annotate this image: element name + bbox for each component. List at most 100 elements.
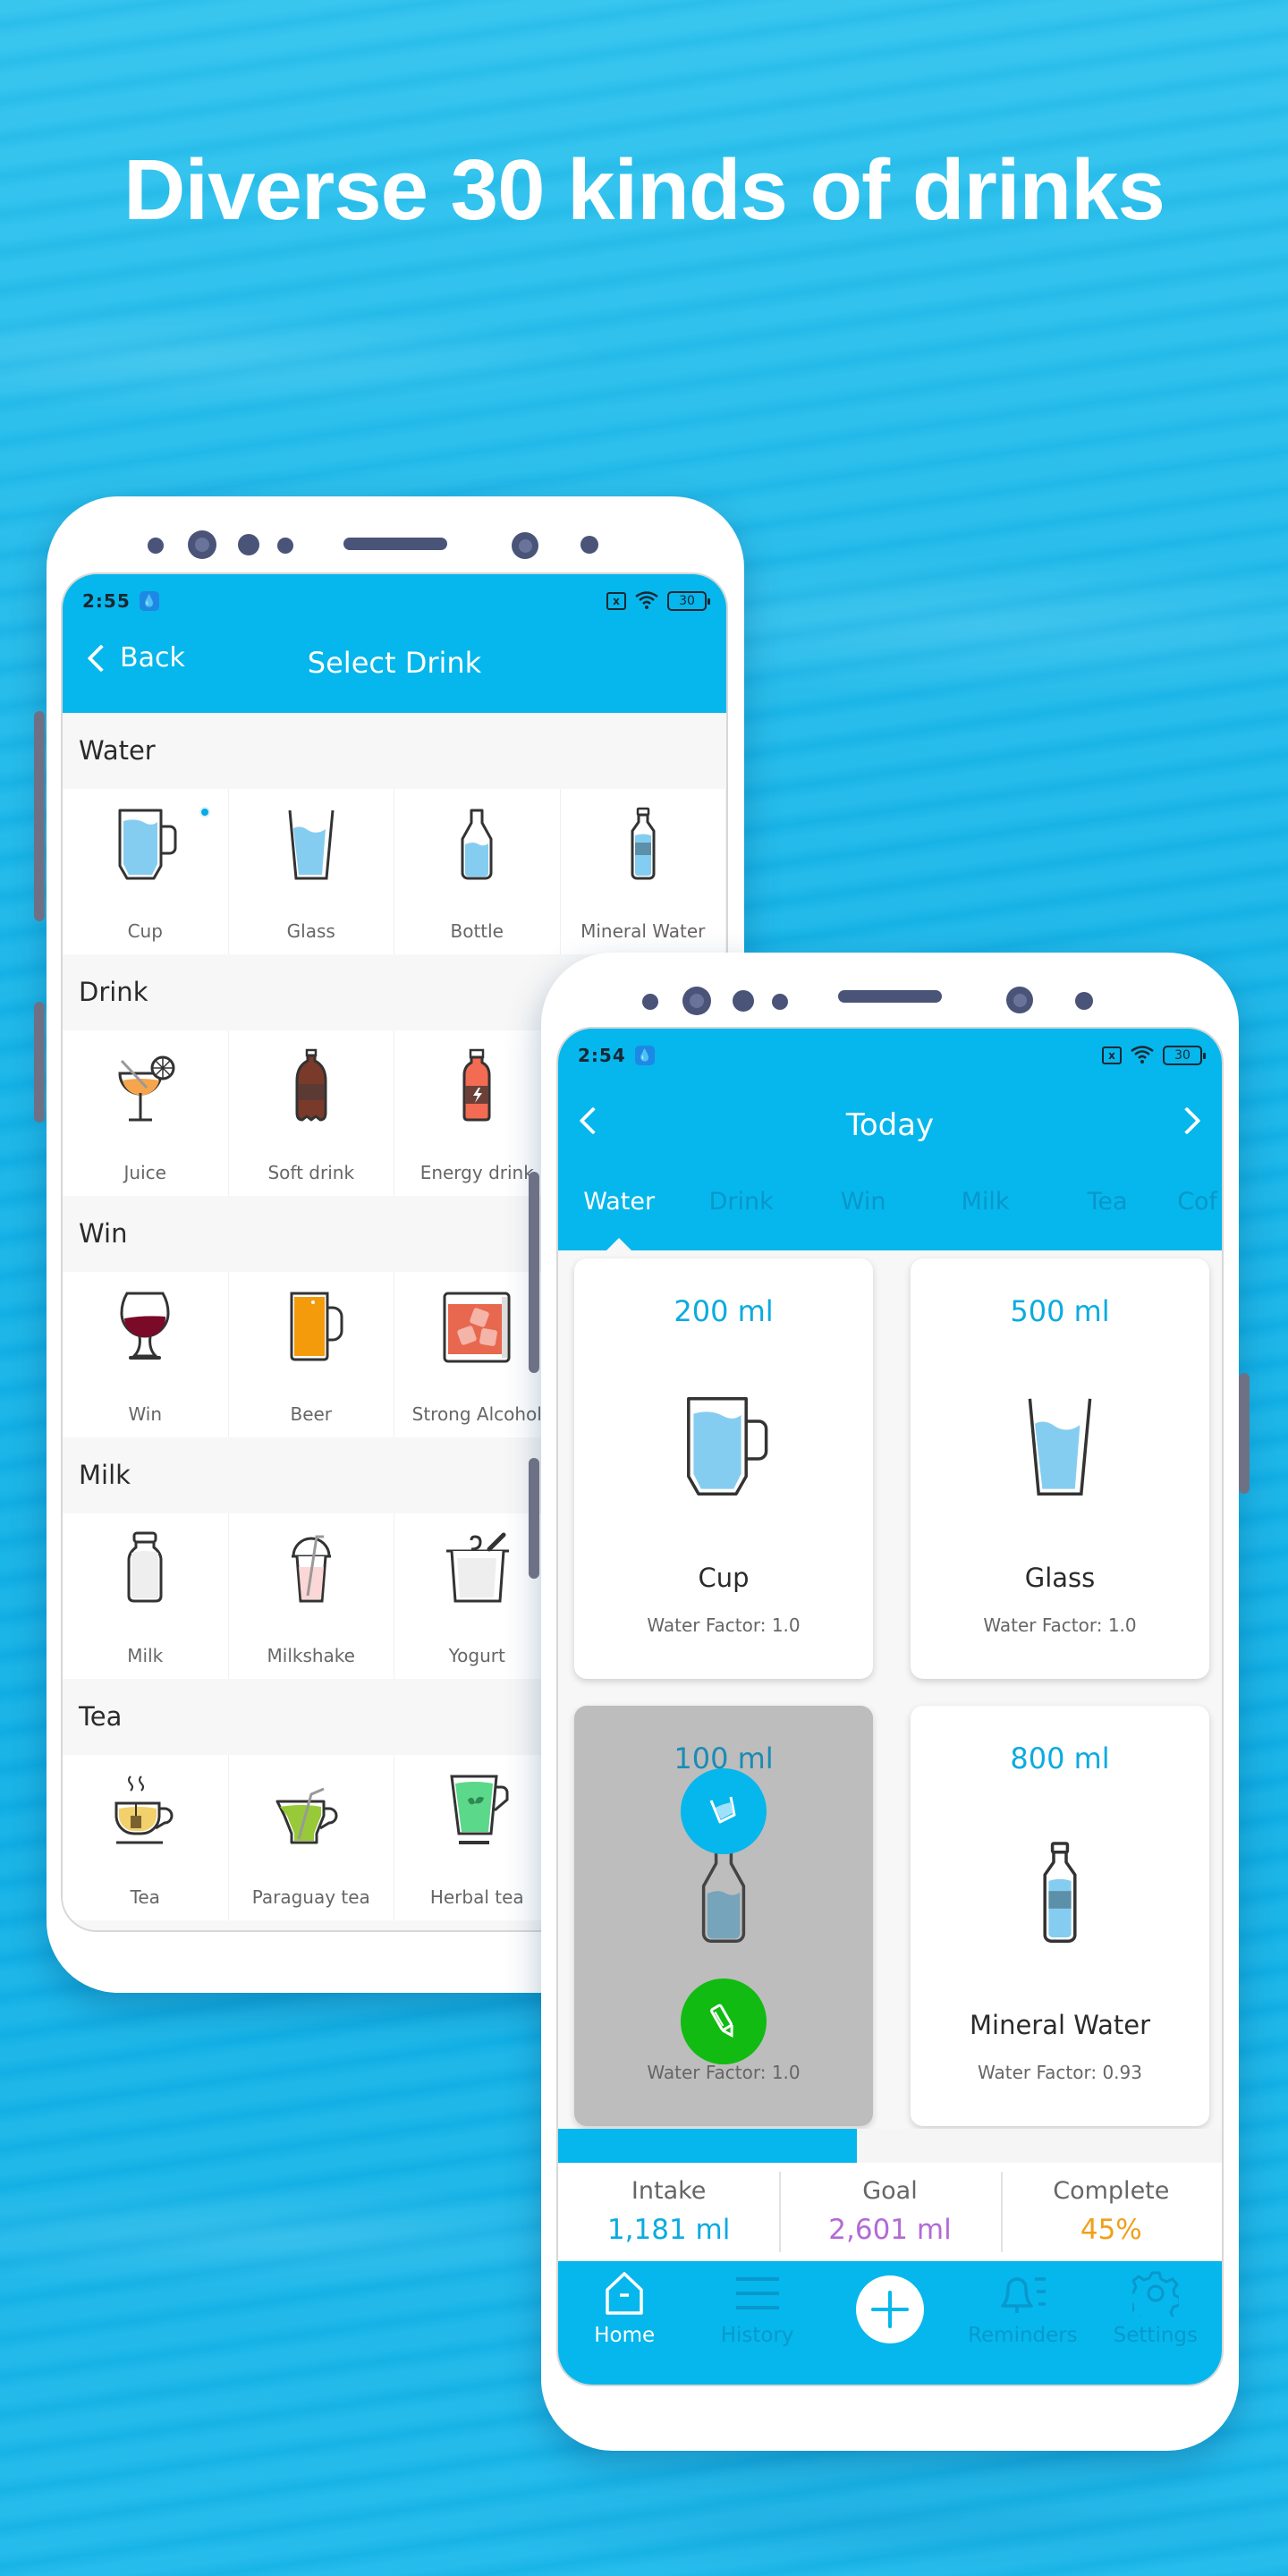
- nav-label: Reminders: [968, 2324, 1078, 2347]
- wifi-icon: [1131, 1045, 1154, 1066]
- sensor-dot: [1075, 992, 1093, 1010]
- app-drop-icon: 💧: [139, 591, 159, 611]
- card-name: Mineral Water: [970, 2010, 1150, 2040]
- bottom-navigation: Home History Reminders Settings: [558, 2261, 1222, 2385]
- cup-icon: [118, 809, 177, 880]
- drink-item-win[interactable]: Win: [63, 1272, 229, 1437]
- add-icon: [871, 2291, 910, 2328]
- drink-item-tea[interactable]: Tea: [63, 1755, 229, 1920]
- chevron-right-icon: [1173, 1106, 1201, 1135]
- home-icon: [606, 2272, 643, 2315]
- card-water-factor: Water Factor: 1.0: [983, 1614, 1137, 1636]
- page-title: Today: [845, 1107, 935, 1143]
- sensor-dot: [772, 994, 788, 1010]
- card-water-factor: Water Factor: 1.0: [647, 1614, 801, 1636]
- tab-win[interactable]: Win: [802, 1163, 924, 1250]
- nav-label: Home: [594, 2324, 656, 2347]
- milk-bottle-icon: [127, 1531, 163, 1603]
- stat-label: Complete: [1053, 2177, 1170, 2205]
- section-label-water: Water: [63, 713, 726, 789]
- tab-coffee[interactable]: Cof: [1168, 1163, 1222, 1250]
- herbal-tea-icon: [450, 1775, 509, 1844]
- drink-card-mineral-water[interactable]: 800 ml Mineral Water Water Factor: 0.93: [911, 1706, 1209, 2126]
- battery-level: 30: [679, 594, 695, 608]
- drink-label: Cup: [127, 920, 163, 942]
- battery-icon: 30: [1163, 1046, 1206, 1065]
- sensor-dot: [642, 994, 658, 1010]
- tab-milk[interactable]: Milk: [924, 1163, 1046, 1250]
- drink-item-juice[interactable]: Juice: [63, 1030, 229, 1196]
- mineral-water-icon: [1043, 1842, 1077, 1943]
- bell-icon: [1001, 2277, 1046, 2313]
- drink-item-mineral-water[interactable]: Mineral Water: [561, 789, 726, 954]
- drink-category-tabs: Water Drink Win Milk Tea Cof: [558, 1163, 1222, 1250]
- edit-drink-button[interactable]: [681, 1979, 767, 2064]
- tab-water[interactable]: Water: [558, 1163, 680, 1250]
- volume-button: [529, 1172, 539, 1373]
- drink-item-beer[interactable]: Beer: [229, 1272, 394, 1437]
- phone-today: 2:54 💧 x 30 Today Water Drink Win Milk T…: [529, 953, 1250, 2451]
- gear-icon: [1131, 2271, 1179, 2317]
- drink-glass-icon: [709, 1796, 736, 1824]
- status-bar: 2:55 💧 x 30: [63, 574, 726, 628]
- next-day-button[interactable]: [1173, 1106, 1201, 1135]
- energy-drink-icon: [462, 1048, 491, 1122]
- cup-icon: [687, 1397, 768, 1496]
- nav-reminders[interactable]: Reminders: [956, 2261, 1089, 2385]
- stat-label: Goal: [862, 2177, 918, 2205]
- status-time: 2:55: [82, 590, 131, 612]
- drink-item-cup[interactable]: Cup: [63, 789, 229, 954]
- nav-settings[interactable]: Settings: [1089, 2261, 1222, 2385]
- volume-button: [34, 711, 45, 921]
- tea-cup-icon: [114, 1775, 174, 1844]
- card-water-factor: Water Factor: 1.0: [647, 2062, 801, 2083]
- stat-complete: Complete 45%: [1000, 2163, 1222, 2261]
- nav-home[interactable]: Home: [558, 2261, 691, 2385]
- drink-card-bottle[interactable]: 100 ml Water Factor: 1.0: [574, 1706, 873, 2126]
- history-list-icon: [735, 2277, 779, 2309]
- drink-item-milkshake[interactable]: Milkshake: [229, 1513, 394, 1679]
- promo-headline: Diverse 30 kinds of drinks: [123, 142, 1165, 238]
- drink-label: Mineral Water: [580, 920, 706, 942]
- drink-item-glass[interactable]: Glass: [229, 789, 394, 954]
- drink-label: Paraguay tea: [251, 1886, 370, 1908]
- drink-item-herbal-tea[interactable]: Herbal tea: [394, 1755, 561, 1920]
- stat-intake: Intake 1,181 ml: [558, 2163, 779, 2261]
- selected-indicator: [199, 807, 210, 818]
- battery-level: 30: [1174, 1048, 1191, 1063]
- nav-history[interactable]: History: [691, 2261, 823, 2385]
- drink-label: Herbal tea: [429, 1886, 524, 1908]
- tab-tea[interactable]: Tea: [1046, 1163, 1168, 1250]
- drink-card-cup[interactable]: 200 ml Cup Water Factor: 1.0: [574, 1258, 873, 1679]
- glass-icon: [1028, 1398, 1092, 1496]
- tab-drink[interactable]: Drink: [680, 1163, 801, 1250]
- sensor-dot: [148, 538, 164, 554]
- glass-icon: [288, 809, 335, 880]
- stat-value: 45%: [1080, 2214, 1142, 2246]
- pencil-icon: [710, 2004, 733, 2038]
- drink-label: Tea: [130, 1886, 160, 1908]
- front-camera-2: [512, 532, 538, 559]
- add-drink-button[interactable]: [824, 2261, 956, 2385]
- app-drop-icon: 💧: [634, 1046, 655, 1065]
- card-amount: 500 ml: [1010, 1294, 1110, 1328]
- drink-item-bottle[interactable]: Bottle: [394, 789, 561, 954]
- intake-progress-bar: [558, 2129, 1222, 2163]
- milkshake-icon: [291, 1535, 331, 1603]
- intake-summary: Intake 1,181 ml Goal 2,601 ml Complete 4…: [558, 2163, 1222, 2261]
- drink-now-button[interactable]: [681, 1768, 767, 1854]
- drink-label: Beer: [290, 1403, 333, 1425]
- stat-goal: Goal 2,601 ml: [779, 2163, 1000, 2261]
- drink-label: Milkshake: [267, 1645, 355, 1666]
- wifi-icon: [635, 590, 658, 612]
- drink-item-paraguay-tea[interactable]: Paraguay tea: [229, 1755, 394, 1920]
- nav-label: Settings: [1113, 2324, 1198, 2347]
- side-button: [1239, 1373, 1250, 1494]
- drink-item-milk[interactable]: Milk: [63, 1513, 229, 1679]
- soft-drink-icon: [295, 1048, 327, 1122]
- drink-item-soft-drink[interactable]: Soft drink: [229, 1030, 394, 1196]
- beer-mug-icon: [290, 1292, 343, 1361]
- drink-label: Juice: [123, 1162, 166, 1183]
- drink-card-glass[interactable]: 500 ml Glass Water Factor: 1.0: [911, 1258, 1209, 1679]
- card-name: Cup: [698, 1563, 750, 1593]
